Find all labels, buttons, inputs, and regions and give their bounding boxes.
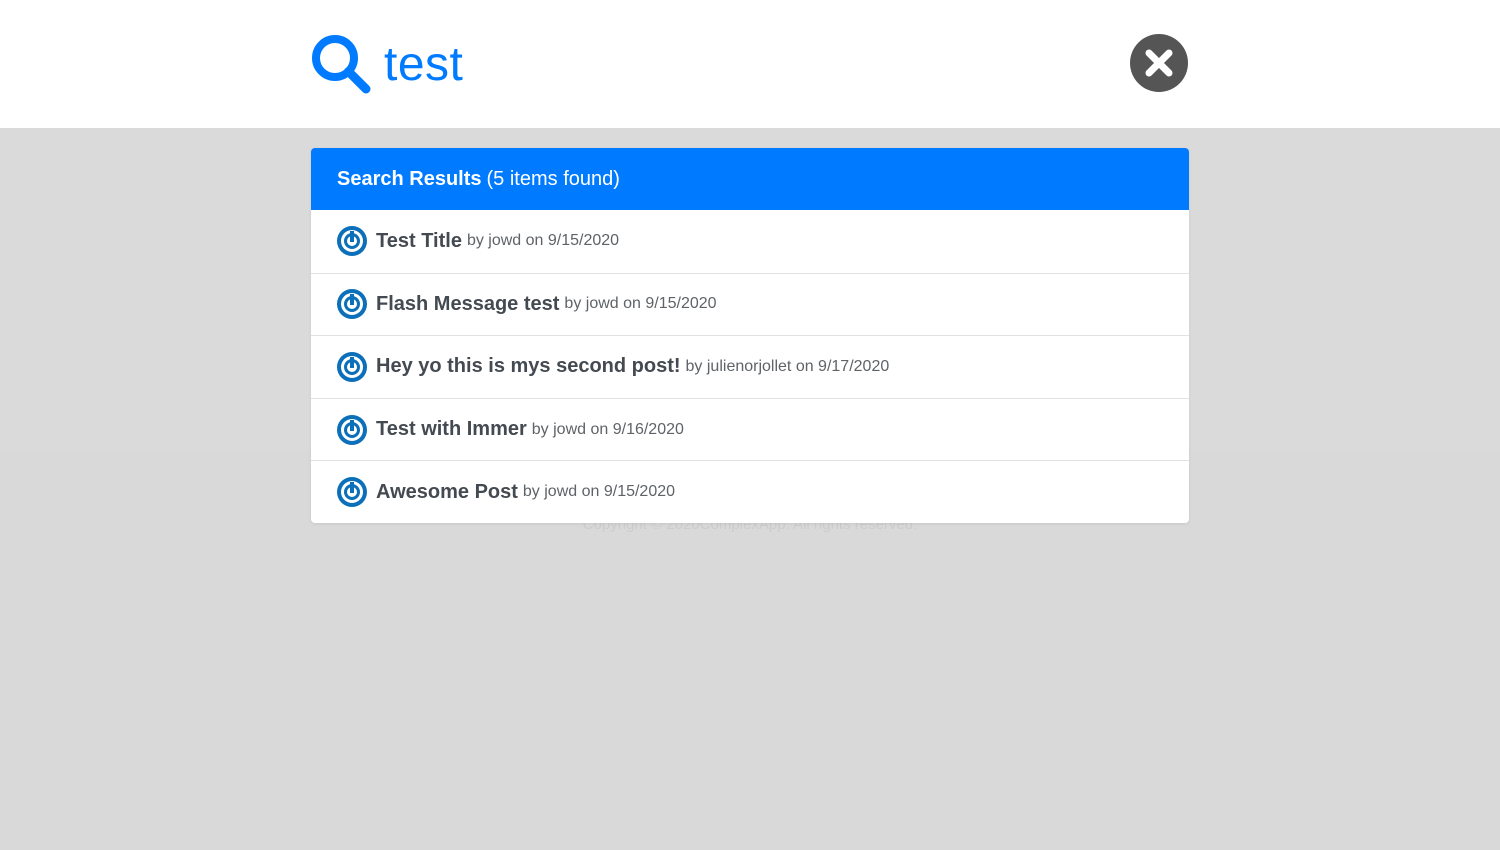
result-meta: by jowd on 9/15/2020 [522,483,676,501]
search-bar [0,0,1500,128]
result-meta: by julienorjollet on 9/17/2020 [685,357,890,375]
result-title: Awesome Post [376,480,518,503]
results-list: Test Title by jowd on 9/15/2020 Flash Me… [311,210,1189,523]
result-title: Test with Immer [376,418,527,441]
result-title: Flash Message test [376,292,560,315]
search-result-item[interactable]: Test with Immer by jowd on 9/16/2020 [311,397,1189,461]
avatar-icon [337,351,367,382]
close-search-button[interactable] [1130,34,1188,92]
results-count: (5 items found) [486,167,620,190]
search-result-item[interactable]: Flash Message test by jowd on 9/15/2020 [311,272,1189,336]
search-icon [312,35,371,94]
search-result-item[interactable]: Hey yo this is mys second post! by julie… [311,335,1189,398]
avatar-icon [337,414,367,445]
result-title: Hey yo this is mys second post! [376,355,681,378]
result-meta: by jowd on 9/16/2020 [531,420,684,438]
avatar-icon [337,226,367,257]
search-results-panel: Search Results (5 items found) Test Titl… [311,148,1189,523]
close-icon [1145,49,1173,77]
result-meta: by jowd on 9/15/2020 [466,232,620,250]
search-input[interactable] [384,28,1084,100]
search-result-item[interactable]: Test Title by jowd on 9/15/2020 [311,210,1189,273]
result-title: Test Title [376,229,462,252]
search-result-item[interactable]: Awesome Post by jowd on 9/15/2020 [311,460,1189,523]
avatar-icon [337,289,367,320]
results-heading: Search Results [337,167,482,190]
result-meta: by jowd on 9/15/2020 [564,295,717,313]
avatar-icon [337,477,367,508]
search-results-header: Search Results (5 items found) [311,148,1189,210]
